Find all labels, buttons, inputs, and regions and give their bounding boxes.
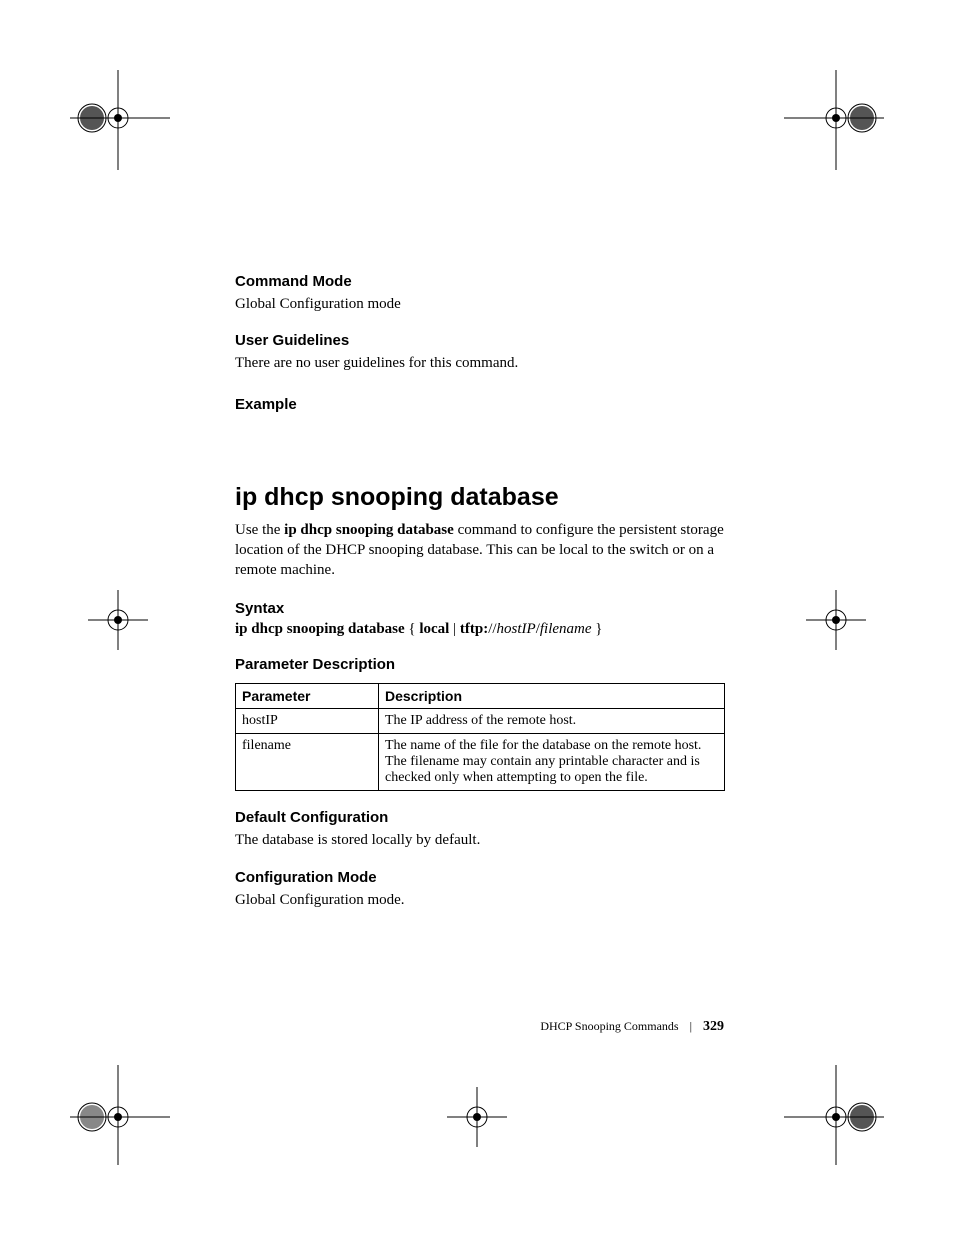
footer-page-number: 329 <box>703 1019 724 1034</box>
crop-mark-top-left <box>70 70 170 170</box>
command-title: ip dhcp snooping database <box>235 483 725 512</box>
table-header-row: Parameter Description <box>236 684 725 709</box>
th-description: Description <box>379 684 725 709</box>
intro-prefix: Use the <box>235 522 284 538</box>
table-row: filename The name of the file for the da… <box>236 734 725 791</box>
th-parameter: Parameter <box>236 684 379 709</box>
syntax-cmd: ip dhcp snooping database <box>235 621 405 637</box>
page-footer: DHCP Snooping Commands | 329 <box>540 1019 724 1035</box>
td-desc: The IP address of the remote host. <box>379 709 725 734</box>
crop-mark-mid-left <box>88 590 148 650</box>
crop-mark-bottom-center <box>447 1087 507 1147</box>
heading-default-config: Default Configuration <box>235 809 725 826</box>
crop-mark-bottom-left <box>70 1065 170 1165</box>
heading-config-mode: Configuration Mode <box>235 869 725 886</box>
syntax-filename: filename <box>540 621 592 637</box>
heading-syntax: Syntax <box>235 600 725 617</box>
heading-command-mode: Command Mode <box>235 273 725 290</box>
text-command-mode: Global Configuration mode <box>235 294 725 314</box>
text-config-mode: Global Configuration mode. <box>235 890 725 910</box>
syntax-tftp: tftp: <box>460 621 488 637</box>
heading-user-guidelines: User Guidelines <box>235 332 725 349</box>
footer-chapter: DHCP Snooping Commands <box>540 1019 678 1033</box>
heading-param-desc: Parameter Description <box>235 656 725 673</box>
intro-bold: ip dhcp snooping database <box>284 522 454 538</box>
footer-sep: | <box>690 1019 692 1033</box>
syntax-hostip: hostIP <box>497 621 536 637</box>
syntax-open: { <box>405 621 420 637</box>
syntax-local: local <box>419 621 449 637</box>
heading-example: Example <box>235 396 725 413</box>
syntax-pipe: | <box>449 621 460 637</box>
page-content: Command Mode Global Configuration mode U… <box>235 255 725 910</box>
td-param: hostIP <box>236 709 379 734</box>
syntax-close: } <box>592 621 603 637</box>
crop-mark-mid-right <box>806 590 866 650</box>
table-row: hostIP The IP address of the remote host… <box>236 709 725 734</box>
syntax-line: ip dhcp snooping database { local | tftp… <box>235 621 725 638</box>
syntax-slashes: // <box>488 621 496 637</box>
command-intro: Use the ip dhcp snooping database comman… <box>235 520 725 581</box>
crop-mark-top-right <box>784 70 884 170</box>
text-default-config: The database is stored locally by defaul… <box>235 830 725 850</box>
crop-mark-bottom-right <box>784 1065 884 1165</box>
text-user-guidelines: There are no user guidelines for this co… <box>235 353 725 373</box>
td-desc: The name of the file for the database on… <box>379 734 725 791</box>
td-param: filename <box>236 734 379 791</box>
parameter-table: Parameter Description hostIP The IP addr… <box>235 683 725 791</box>
